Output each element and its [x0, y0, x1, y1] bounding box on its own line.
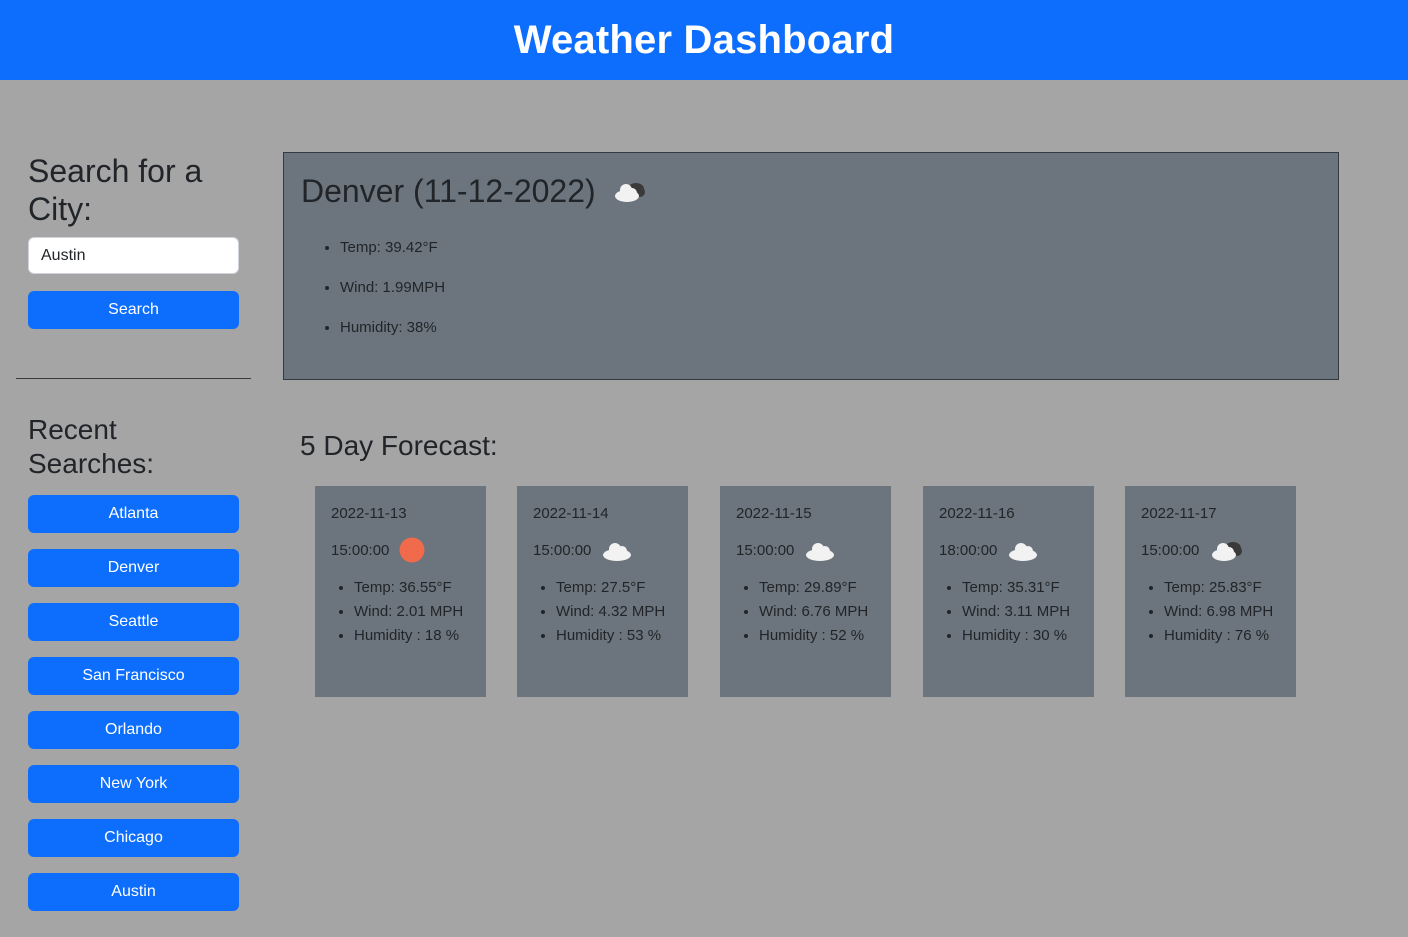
forecast-details: Temp: 27.5°F Wind: 4.32 MPH Humidity : 5…	[533, 576, 665, 648]
forecast-time-row: 15:00:00	[331, 536, 435, 564]
forecast-card: 2022-11-16 18:00:00 Temp: 35.31°F Wind: …	[923, 486, 1094, 697]
forecast-details: Temp: 36.55°F Wind: 2.01 MPH Humidity : …	[331, 576, 463, 648]
forecast-heading: 5 Day Forecast:	[300, 430, 498, 461]
forecast-humidity: Humidity : 18 %	[354, 624, 463, 648]
forecast-card: 2022-11-15 15:00:00 Temp: 29.89°F Wind: …	[720, 486, 891, 697]
current-weather-card: Denver (11-12-2022) Temp: 39.42°F Wind: …	[283, 152, 1339, 380]
forecast-date: 2022-11-16	[939, 505, 1015, 522]
broken-clouds-icon	[612, 177, 648, 205]
forecast-temp: Temp: 36.55°F	[354, 576, 463, 600]
forecast-temp: Temp: 35.31°F	[962, 576, 1070, 600]
forecast-time: 18:00:00	[939, 541, 998, 559]
city-search-input[interactable]	[28, 237, 239, 274]
cloud-icon	[1007, 536, 1043, 564]
recent-searches-heading: Recent Searches:	[28, 414, 155, 479]
forecast-wind: Wind: 3.11 MPH	[962, 600, 1070, 624]
forecast-time: 15:00:00	[331, 541, 390, 559]
current-wind: Wind: 1.99MPH	[340, 268, 445, 308]
forecast-date: 2022-11-15	[736, 505, 812, 522]
current-weather-details: Temp: 39.42°F Wind: 1.99MPH Humidity: 38…	[301, 228, 445, 348]
sidebar-divider	[16, 378, 251, 379]
forecast-details: Temp: 29.89°F Wind: 6.76 MPH Humidity : …	[736, 576, 868, 648]
recent-search-button-orlando[interactable]: Orlando	[28, 711, 239, 749]
current-city-date: Denver (11-12-2022)	[301, 173, 596, 209]
forecast-time: 15:00:00	[1141, 541, 1200, 559]
search-button[interactable]: Search	[28, 291, 239, 329]
broken-clouds-icon	[1209, 536, 1245, 564]
recent-search-button-new-york[interactable]: New York	[28, 765, 239, 803]
forecast-temp: Temp: 27.5°F	[556, 576, 665, 600]
recent-search-button-denver[interactable]: Denver	[28, 549, 239, 587]
forecast-humidity: Humidity : 76 %	[1164, 624, 1273, 648]
forecast-time: 15:00:00	[736, 541, 795, 559]
forecast-wind: Wind: 6.76 MPH	[759, 600, 868, 624]
sun-icon	[399, 536, 435, 564]
forecast-wind: Wind: 2.01 MPH	[354, 600, 463, 624]
recent-search-button-austin[interactable]: Austin	[28, 873, 239, 911]
recent-search-button-atlanta[interactable]: Atlanta	[28, 495, 239, 533]
forecast-time-row: 15:00:00	[736, 536, 840, 564]
forecast-time-row: 18:00:00	[939, 536, 1043, 564]
current-temp: Temp: 39.42°F	[340, 228, 445, 268]
recent-search-button-san-francisco[interactable]: San Francisco	[28, 657, 239, 695]
forecast-date: 2022-11-17	[1141, 505, 1217, 522]
forecast-details: Temp: 35.31°F Wind: 3.11 MPH Humidity : …	[939, 576, 1070, 648]
cloud-icon	[601, 536, 637, 564]
forecast-humidity: Humidity : 53 %	[556, 624, 665, 648]
header-bar: Weather Dashboard	[0, 0, 1408, 80]
forecast-time-row: 15:00:00	[1141, 536, 1245, 564]
search-heading: Search for a City:	[28, 153, 203, 227]
forecast-card: 2022-11-14 15:00:00 Temp: 27.5°F Wind: 4…	[517, 486, 688, 697]
forecast-temp: Temp: 25.83°F	[1164, 576, 1273, 600]
current-weather-title: Denver (11-12-2022)	[301, 171, 648, 211]
recent-search-button-seattle[interactable]: Seattle	[28, 603, 239, 641]
forecast-time-row: 15:00:00	[533, 536, 637, 564]
forecast-wind: Wind: 6.98 MPH	[1164, 600, 1273, 624]
page-title: Weather Dashboard	[513, 17, 895, 62]
forecast-wind: Wind: 4.32 MPH	[556, 600, 665, 624]
forecast-card: 2022-11-17 15:00:00 Temp: 25.83°F Wind: …	[1125, 486, 1296, 697]
cloud-icon	[804, 536, 840, 564]
forecast-date: 2022-11-13	[331, 505, 407, 522]
forecast-temp: Temp: 29.89°F	[759, 576, 868, 600]
forecast-date: 2022-11-14	[533, 505, 609, 522]
current-humidity: Humidity: 38%	[340, 308, 445, 348]
forecast-time: 15:00:00	[533, 541, 592, 559]
forecast-details: Temp: 25.83°F Wind: 6.98 MPH Humidity : …	[1141, 576, 1273, 648]
forecast-humidity: Humidity : 30 %	[962, 624, 1070, 648]
forecast-card: 2022-11-13 15:00:00 Temp: 36.55°F Wind: …	[315, 486, 486, 697]
forecast-humidity: Humidity : 52 %	[759, 624, 868, 648]
recent-search-button-chicago[interactable]: Chicago	[28, 819, 239, 857]
